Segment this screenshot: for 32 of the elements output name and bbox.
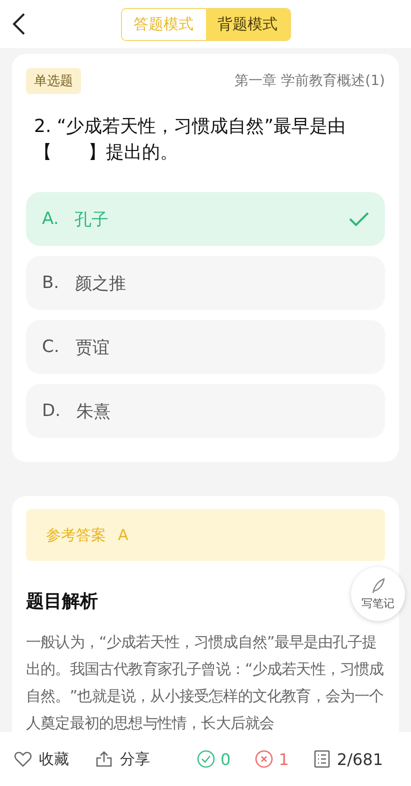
option-letter: B. (42, 273, 60, 293)
wrong-count: 1 (278, 750, 289, 768)
write-note-button[interactable]: 写笔记 (351, 567, 405, 621)
option-text: 孔子 (74, 208, 110, 230)
cross-circle-icon (254, 750, 273, 768)
share-button[interactable]: 分享 (95, 750, 150, 768)
question-text: 2. “少成若天性，习惯成自然”最早是由【 】提出的。 (34, 115, 347, 165)
question-type-badge: 单选题 (26, 68, 81, 94)
option-text: 颜之推 (75, 272, 128, 294)
heart-icon (14, 750, 32, 768)
answer-option[interactable]: B. 颜之推 (26, 256, 385, 310)
analysis-text: 一般认为，“少成若天性，习惯成自然”最早是由孔子提出的。我国古代教育家孔子曾说：“少成若天性，习惯成自然。”也就是说，从小接受怎样的文化教育，会为一个人奠定最初的思想与性情，长大后就会 (26, 632, 385, 732)
option-text: 贾谊 (75, 336, 110, 358)
feather-icon (371, 578, 385, 594)
list-icon[interactable] (312, 750, 331, 768)
progress-counter: 2/681 (336, 750, 383, 768)
reference-answer-label: 参考答案 (46, 526, 106, 544)
mode-tab[interactable]: 背题模式 (206, 8, 290, 40)
analysis-title: 题目解析 (26, 590, 98, 613)
option-letter: C. (42, 337, 60, 357)
correct-count: 0 (220, 750, 231, 768)
option-letter: A. (42, 209, 59, 229)
reference-answer-value: A (118, 526, 128, 544)
check-icon (349, 212, 369, 226)
check-circle-icon (196, 750, 215, 768)
answer-option[interactable]: D. 朱熹 (26, 384, 385, 438)
option-letter: D. (42, 401, 60, 421)
favorite-button[interactable]: 收藏 (14, 750, 69, 768)
chapter-label: 第一章 学前教育概述(1) (234, 72, 385, 90)
answer-option[interactable]: C. 贾谊 (26, 320, 385, 374)
option-text: 朱熹 (76, 400, 112, 422)
share-icon (95, 750, 113, 768)
